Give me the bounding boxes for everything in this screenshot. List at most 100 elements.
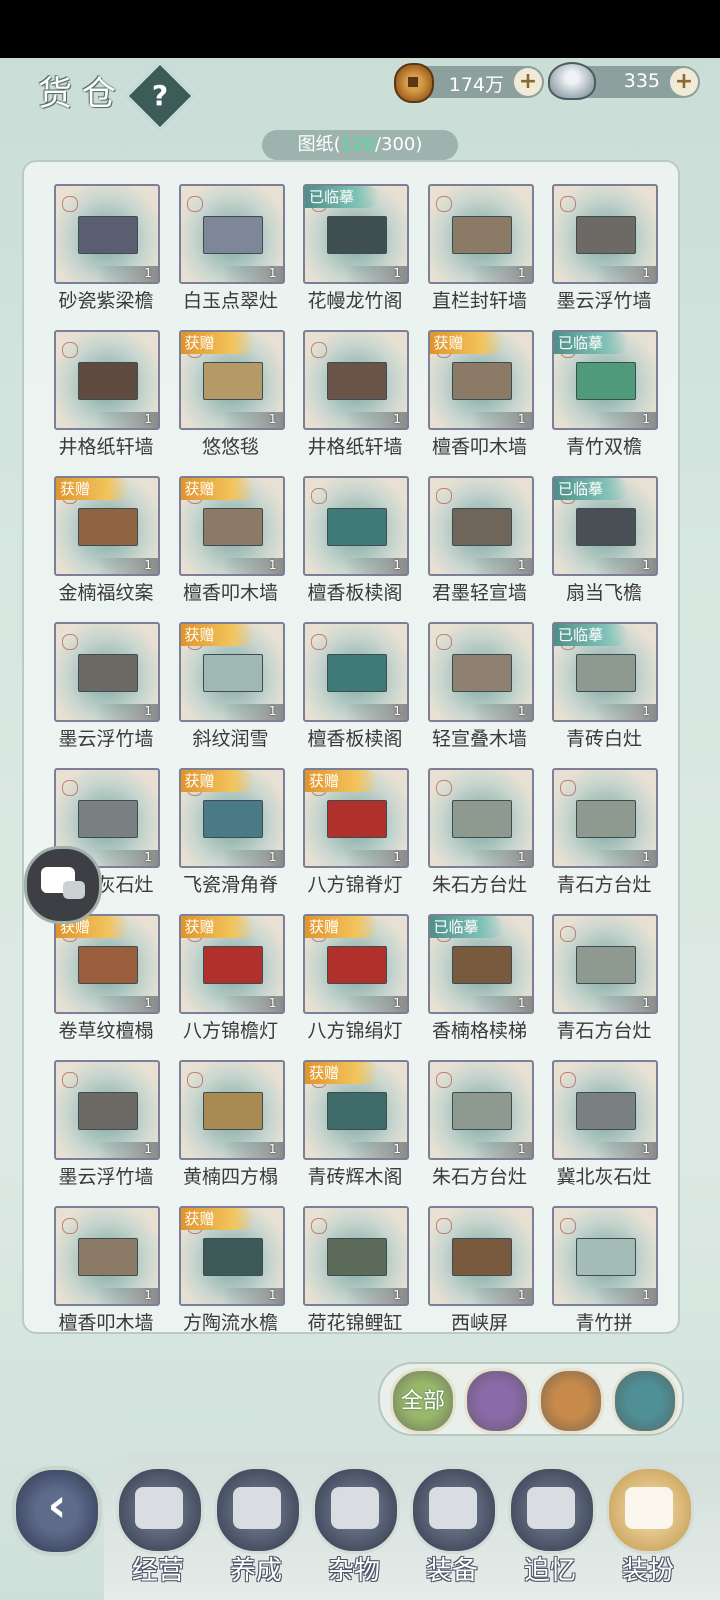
inventory-item[interactable]: 1 获赠 方陶流水檐 <box>177 1206 297 1332</box>
item-card[interactable]: 1 获赠 <box>178 1206 285 1306</box>
item-card[interactable]: 1 <box>303 1206 409 1306</box>
inventory-item[interactable]: 1 获赠 檀香叩木墙 <box>426 330 546 470</box>
item-card[interactable]: 1 已临摹 <box>552 330 658 430</box>
inventory-item[interactable]: 1 砂瓷紫梁檐 <box>52 184 172 324</box>
inventory-item[interactable]: 1 已临摹 青砖白灶 <box>550 622 670 762</box>
inventory-item[interactable]: 1 君墨轻宣墙 <box>426 476 546 616</box>
inventory-item[interactable]: 1 获赠 八方锦绢灯 <box>301 914 421 1054</box>
item-quantity: 1 <box>642 1142 650 1156</box>
item-card[interactable]: 1 <box>427 476 534 576</box>
item-card[interactable]: 1 获赠 <box>178 914 285 1014</box>
item-card[interactable]: 1 获赠 <box>303 768 409 868</box>
item-card[interactable]: 1 <box>552 914 658 1014</box>
nav-item-misc[interactable]: 杂物 <box>310 1466 402 1600</box>
item-name: 青砖辉木阁 <box>307 1166 403 1188</box>
filter-all-button[interactable]: 全部 <box>390 1368 456 1434</box>
inventory-item[interactable]: 1 获赠 八方锦檐灯 <box>177 914 297 1054</box>
inventory-item[interactable]: 1 檀香板椟阁 <box>301 622 421 762</box>
inventory-item[interactable]: 1 墨云浮竹墙 <box>52 622 172 762</box>
filter-furniture-button[interactable] <box>612 1368 678 1434</box>
item-card[interactable]: 1 获赠 <box>54 476 160 576</box>
item-card[interactable]: 1 <box>552 768 658 868</box>
inventory-item[interactable]: 1 黄楠四方榻 <box>177 1060 297 1200</box>
inventory-item[interactable]: 1 冀北灰石灶 <box>550 1060 670 1200</box>
item-card[interactable]: 1 <box>54 1060 160 1160</box>
item-card[interactable]: 1 获赠 <box>303 914 409 1014</box>
inventory-item[interactable]: 1 获赠 悠悠毯 <box>177 330 297 470</box>
item-card[interactable]: 1 <box>303 330 409 430</box>
item-card[interactable]: 1 获赠 <box>303 1060 409 1160</box>
inventory-item[interactable]: 1 已临摹 扇当飞檐 <box>550 476 670 616</box>
inventory-item[interactable]: 1 朱石方台灶 <box>426 1060 546 1200</box>
seal-stamp-icon <box>435 488 452 504</box>
gift-badge: 获赠 <box>180 1208 255 1230</box>
blueprint-count-tab[interactable]: 图纸(120/300) <box>262 130 458 160</box>
nav-item-business[interactable]: 经营 <box>114 1466 206 1600</box>
item-card[interactable]: 1 获赠 <box>178 476 285 576</box>
add-silver-button[interactable]: + <box>670 68 698 96</box>
add-copper-button[interactable]: + <box>514 68 542 96</box>
item-card[interactable]: 1 <box>54 184 160 284</box>
inventory-item[interactable]: 1 青石方台灶 <box>550 768 670 908</box>
inventory-item[interactable]: 1 荷花锦鲤缸 <box>301 1206 421 1332</box>
inventory-item[interactable]: 1 已临摹 花幔龙竹阁 <box>301 184 421 324</box>
item-name: 檀香板椟阁 <box>307 582 403 604</box>
inventory-item[interactable]: 1 直栏封轩墙 <box>426 184 546 324</box>
chat-bubble-button[interactable] <box>24 846 102 924</box>
item-card[interactable]: 1 <box>54 622 160 722</box>
item-card[interactable]: 1 获赠 <box>178 622 285 722</box>
item-card[interactable]: 1 获赠 <box>427 330 534 430</box>
back-button[interactable]: ‹ <box>12 1466 102 1556</box>
item-card[interactable]: 1 <box>552 1060 658 1160</box>
inventory-item[interactable]: 1 井格纸轩墙 <box>301 330 421 470</box>
inventory-item[interactable]: 1 已临摹 青竹双檐 <box>550 330 670 470</box>
item-card[interactable]: 1 <box>427 1060 534 1160</box>
item-card[interactable]: 1 获赠 <box>54 914 160 1014</box>
inventory-item[interactable]: 1 檀香板椟阁 <box>301 476 421 616</box>
inventory-item[interactable]: 1 获赠 斜纹润雪 <box>177 622 297 762</box>
inventory-item[interactable]: 1 青石方台灶 <box>550 914 670 1054</box>
inventory-item[interactable]: 1 青竹拼 <box>550 1206 670 1332</box>
inventory-item[interactable]: 1 白玉点翠灶 <box>177 184 297 324</box>
inventory-item[interactable]: 1 朱石方台灶 <box>426 768 546 908</box>
item-card[interactable]: 1 <box>427 1206 534 1306</box>
help-button[interactable]: ? <box>126 62 194 130</box>
item-card[interactable]: 1 已临摹 <box>552 622 658 722</box>
item-card[interactable]: 1 <box>178 184 285 284</box>
inventory-item[interactable]: 1 已临摹 香楠格椟梯 <box>426 914 546 1054</box>
inventory-item[interactable]: 1 获赠 卷草纹檀榻 <box>52 914 172 1054</box>
item-card[interactable]: 1 <box>427 622 534 722</box>
inventory-item[interactable]: 1 墨云浮竹墙 <box>550 184 670 324</box>
inventory-item[interactable]: 1 获赠 檀香叩木墙 <box>177 476 297 616</box>
item-card[interactable]: 1 <box>427 184 534 284</box>
item-card[interactable]: 1 已临摹 <box>552 476 658 576</box>
item-card[interactable]: 1 <box>552 184 658 284</box>
inventory-item[interactable]: 1 西峡屏 <box>426 1206 546 1332</box>
item-quantity: 1 <box>517 558 526 572</box>
item-card[interactable]: 1 已临摹 <box>303 184 409 284</box>
item-card[interactable]: 1 <box>303 476 409 576</box>
inventory-item[interactable]: 1 获赠青砖辉木阁 <box>301 1060 421 1200</box>
inventory-item[interactable]: 1 获赠 八方锦脊灯 <box>301 768 421 908</box>
inventory-item[interactable]: 1 获赠 飞瓷滑角脊 <box>177 768 297 908</box>
item-card[interactable]: 1 <box>303 622 409 722</box>
filter-blueprint-button[interactable] <box>464 1368 530 1434</box>
inventory-item[interactable]: 1 轻宣叠木墙 <box>426 622 546 762</box>
item-card[interactable]: 1 已临摹 <box>427 914 534 1014</box>
item-card[interactable]: 1 <box>54 1206 160 1306</box>
item-card[interactable]: 1 获赠 <box>178 768 285 868</box>
nav-item-cultivate[interactable]: 养成 <box>212 1466 304 1600</box>
item-card[interactable]: 1 获赠 <box>178 330 285 430</box>
inventory-item[interactable]: 1 井格纸轩墙 <box>52 330 172 470</box>
inventory-item[interactable]: 1 获赠 金楠福纹案 <box>52 476 172 616</box>
item-card[interactable]: 1 <box>178 1060 285 1160</box>
nav-item-dressup[interactable]: 装扮 <box>604 1466 696 1600</box>
item-card[interactable]: 1 <box>427 768 534 868</box>
inventory-item[interactable]: 1 墨云浮竹墙 <box>52 1060 172 1200</box>
item-card[interactable]: 1 <box>552 1206 658 1306</box>
inventory-item[interactable]: 1 檀香叩木墙 <box>52 1206 172 1332</box>
filter-material-button[interactable] <box>538 1368 604 1434</box>
nav-item-equipment[interactable]: 装备 <box>408 1466 500 1600</box>
nav-item-memories[interactable]: 追忆 <box>506 1466 598 1600</box>
item-card[interactable]: 1 <box>54 330 160 430</box>
